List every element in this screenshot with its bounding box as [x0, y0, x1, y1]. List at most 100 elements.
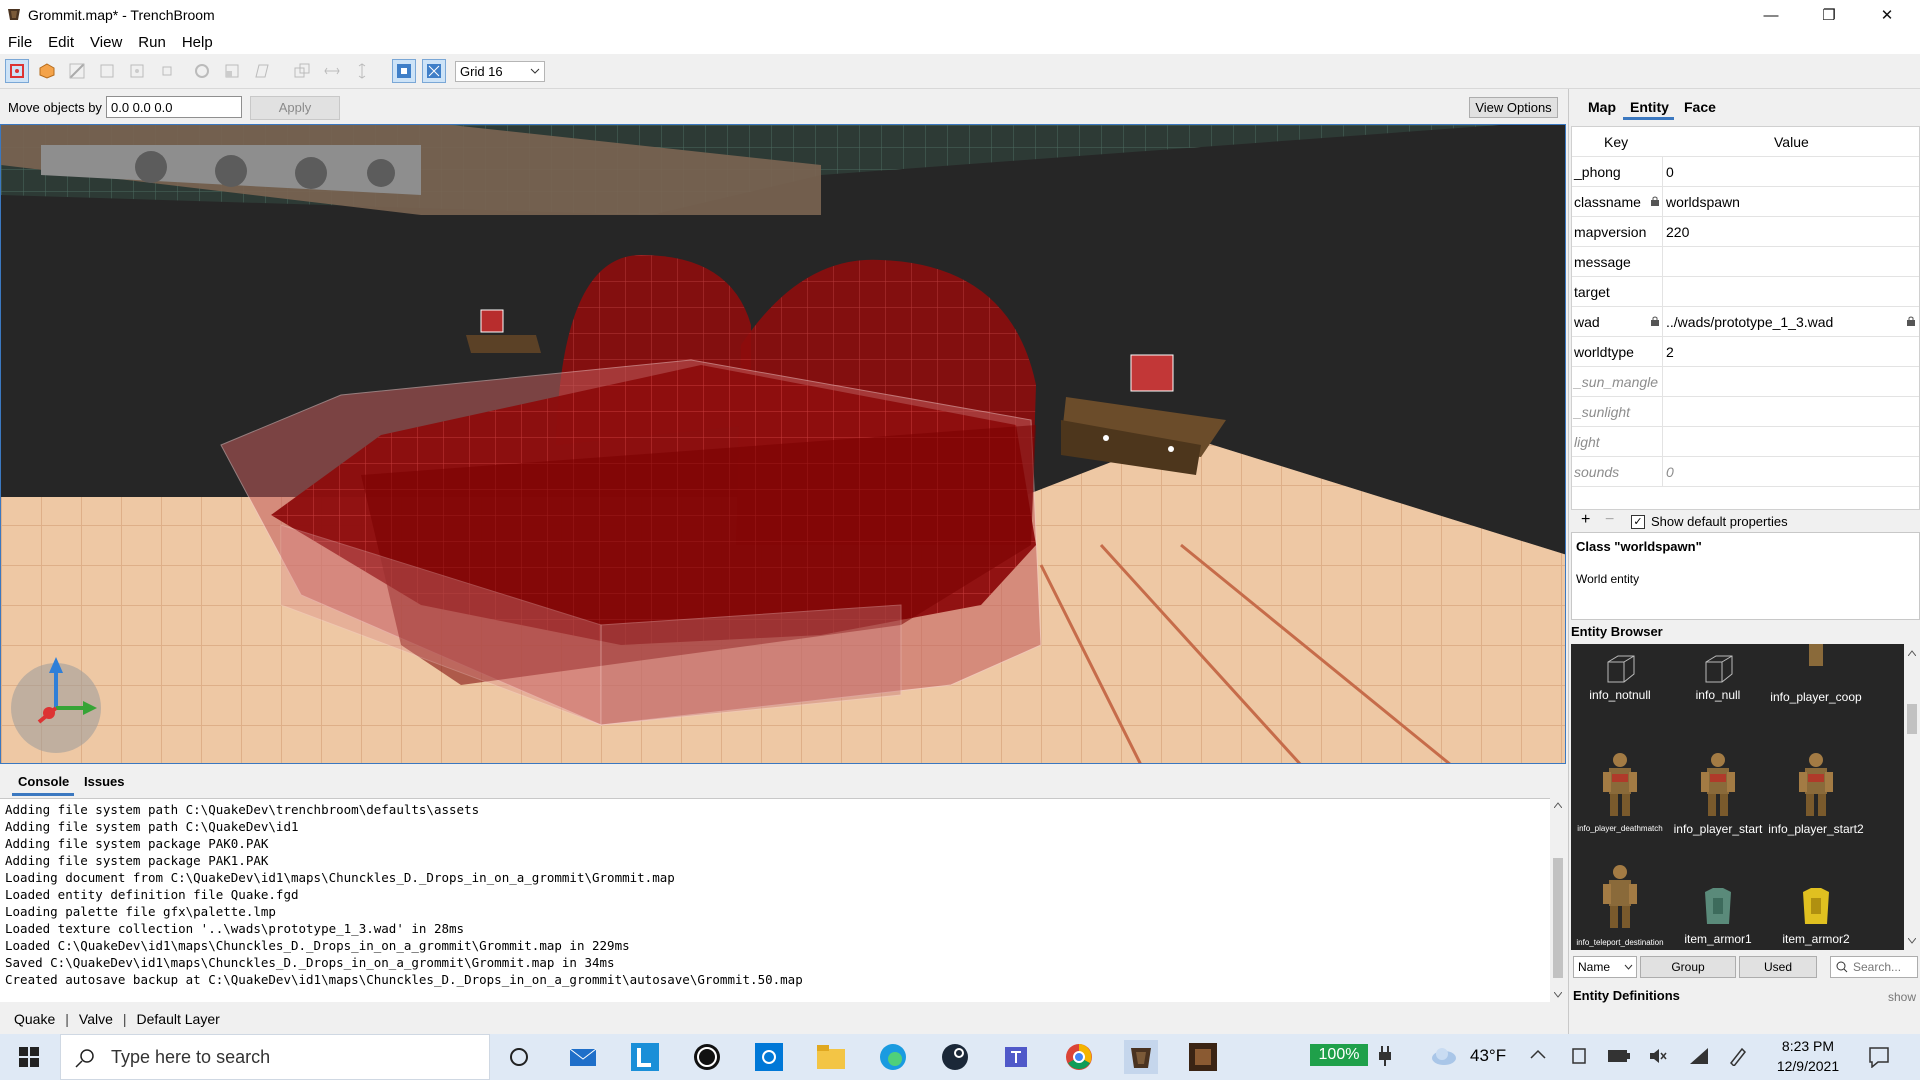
- menu-run[interactable]: Run: [130, 34, 174, 51]
- 3d-viewport[interactable]: [0, 124, 1566, 764]
- tab-map[interactable]: Map: [1588, 99, 1616, 115]
- taskbar-search-box[interactable]: Type here to search: [60, 1034, 490, 1080]
- property-row[interactable]: mapversion 220: [1572, 217, 1919, 247]
- wifi-icon[interactable]: [1688, 1046, 1710, 1066]
- entity-tile[interactable]: info_null: [1669, 644, 1767, 740]
- sort-select[interactable]: Name: [1573, 956, 1637, 978]
- scale-tool-button[interactable]: [220, 59, 244, 83]
- notifications-icon[interactable]: [1868, 1046, 1890, 1068]
- group-toggle-button[interactable]: Group: [1640, 956, 1736, 978]
- tab-face[interactable]: Face: [1684, 99, 1716, 115]
- l-app-button[interactable]: [628, 1040, 662, 1074]
- chrome-button[interactable]: [1062, 1040, 1096, 1074]
- chevron-up-icon[interactable]: [1530, 1048, 1546, 1060]
- entity-definitions-show-link[interactable]: show: [1888, 990, 1916, 1004]
- player-model-icon: [1701, 753, 1735, 816]
- default-property-row[interactable]: _sun_mangle: [1572, 367, 1919, 397]
- steam-button[interactable]: [938, 1040, 972, 1074]
- entity-tile[interactable]: info_player_coop: [1767, 644, 1865, 740]
- show-defaults-checkbox[interactable]: ✓: [1631, 515, 1645, 529]
- game-app-button[interactable]: [1186, 1040, 1220, 1074]
- edge-browser-button[interactable]: [876, 1040, 910, 1074]
- restore-button[interactable]: ❐: [1806, 0, 1852, 30]
- property-row[interactable]: classname worldspawn: [1572, 187, 1919, 217]
- entity-tile[interactable]: info_teleport_destination: [1571, 858, 1669, 950]
- flip-horizontal-button[interactable]: [320, 59, 344, 83]
- console-scrollbar[interactable]: [1550, 798, 1566, 1002]
- tray-app-icon[interactable]: [1570, 1046, 1588, 1066]
- entity-tile[interactable]: info_player_start: [1669, 740, 1767, 858]
- property-row[interactable]: target: [1572, 277, 1919, 307]
- property-row[interactable]: _phong 0: [1572, 157, 1919, 187]
- app-blue-square-button[interactable]: [752, 1040, 786, 1074]
- view-options-button[interactable]: View Options: [1469, 97, 1558, 118]
- clip-tool-button[interactable]: [65, 59, 89, 83]
- speaker-muted-icon[interactable]: [1648, 1046, 1668, 1066]
- task-view-button[interactable]: [502, 1040, 536, 1074]
- default-property-row[interactable]: _sunlight: [1572, 397, 1919, 427]
- tab-issues[interactable]: Issues: [84, 774, 124, 789]
- temperature-text[interactable]: 43°F: [1470, 1046, 1506, 1066]
- file-explorer-button[interactable]: [814, 1040, 848, 1074]
- unreal-engine-button[interactable]: [690, 1040, 724, 1074]
- start-button[interactable]: [12, 1040, 46, 1074]
- property-row[interactable]: message: [1572, 247, 1919, 277]
- grid-size-select[interactable]: Grid 16: [455, 61, 545, 82]
- menu-view[interactable]: View: [82, 34, 130, 51]
- duplicate-button[interactable]: [290, 59, 314, 83]
- battery-icon[interactable]: [1608, 1049, 1630, 1063]
- close-button[interactable]: ✕: [1864, 0, 1910, 30]
- move-offset-input[interactable]: [106, 96, 242, 118]
- menu-file[interactable]: File: [0, 34, 40, 51]
- rotate-tool-button[interactable]: [190, 59, 214, 83]
- property-value[interactable]: ../wads/prototype_1_3.wad: [1666, 314, 1833, 330]
- mail-app-button[interactable]: [566, 1040, 600, 1074]
- vertex-tool-button[interactable]: [95, 59, 119, 83]
- default-property-row[interactable]: light: [1572, 427, 1919, 457]
- entity-tile[interactable]: item_armor1: [1669, 858, 1767, 950]
- entity-browser-grid[interactable]: info_notnull info_null info_player_coop …: [1571, 644, 1904, 950]
- used-toggle-button[interactable]: Used: [1739, 956, 1817, 978]
- default-property-row[interactable]: sounds 0: [1572, 457, 1919, 487]
- minimize-button[interactable]: —: [1748, 0, 1794, 30]
- tab-console[interactable]: Console: [18, 774, 69, 789]
- property-value[interactable]: 0: [1666, 164, 1674, 180]
- entity-tile[interactable]: info_notnull: [1571, 644, 1669, 740]
- property-row[interactable]: worldtype 2: [1572, 337, 1919, 367]
- battery-status-badge[interactable]: 100%: [1310, 1044, 1368, 1066]
- flip-vertical-button[interactable]: [350, 59, 374, 83]
- pen-icon[interactable]: [1728, 1046, 1748, 1066]
- entity-tile[interactable]: info_player_start2: [1767, 740, 1865, 858]
- property-value[interactable]: 2: [1666, 344, 1674, 360]
- entity-tile[interactable]: info_player_deathmatch: [1571, 740, 1669, 858]
- menu-edit[interactable]: Edit: [40, 34, 82, 51]
- trenchbroom-taskbar-button[interactable]: [1124, 1040, 1158, 1074]
- shear-tool-button[interactable]: [250, 59, 274, 83]
- entity-scroll-thumb[interactable]: [1907, 704, 1917, 734]
- console-scroll-thumb[interactable]: [1553, 858, 1563, 978]
- selection-tool-button[interactable]: [5, 59, 29, 83]
- property-row[interactable]: wad ../wads/prototype_1_3.wad: [1572, 307, 1919, 337]
- apply-button[interactable]: Apply: [250, 96, 340, 120]
- property-value[interactable]: 220: [1666, 224, 1689, 240]
- entity-browser-scrollbar[interactable]: [1904, 644, 1920, 950]
- remove-property-button[interactable]: −: [1605, 511, 1614, 529]
- entity-search-input[interactable]: Search...: [1830, 956, 1918, 978]
- property-value[interactable]: worldspawn: [1666, 194, 1740, 210]
- menu-help[interactable]: Help: [174, 34, 221, 51]
- uv-lock-button[interactable]: [422, 59, 446, 83]
- face-tool-button[interactable]: [155, 59, 179, 83]
- vertex-tool-icon: [100, 64, 114, 78]
- mail-icon: [570, 1048, 596, 1066]
- property-value[interactable]: 0: [1666, 464, 1674, 480]
- console-line: Loaded C:\QuakeDev\id1\maps\Chunckles_D.…: [5, 938, 630, 953]
- entity-tile[interactable]: item_armor2: [1767, 858, 1865, 950]
- console-output[interactable]: Adding file system path C:\QuakeDev\tren…: [0, 798, 1550, 1002]
- texture-lock-button[interactable]: [392, 59, 416, 83]
- teams-button[interactable]: [1000, 1040, 1034, 1074]
- tab-entity[interactable]: Entity: [1630, 99, 1669, 115]
- taskbar-clock[interactable]: 8:23 PM 12/9/2021: [1768, 1038, 1848, 1074]
- add-property-button[interactable]: +: [1581, 511, 1590, 529]
- edge-tool-button[interactable]: [125, 59, 149, 83]
- brush-tool-button[interactable]: [35, 59, 59, 83]
